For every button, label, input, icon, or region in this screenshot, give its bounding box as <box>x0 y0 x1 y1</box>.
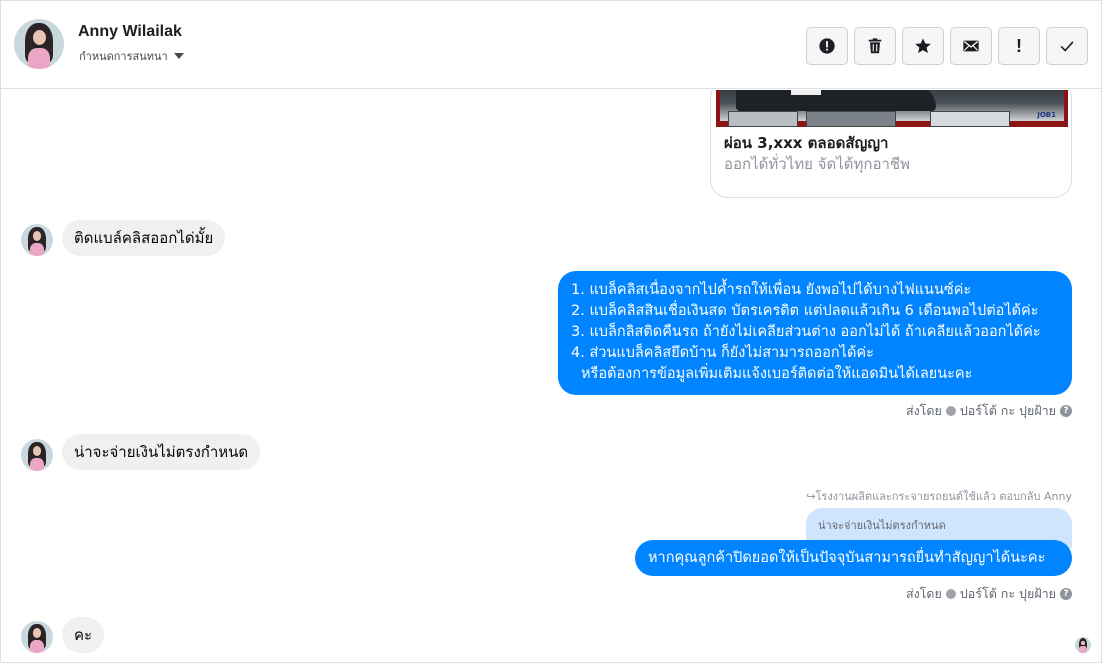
message-line: หรือต้องการข้อมูลเพิ่มเติมแจ้งเบอร์ติดต่… <box>581 366 973 382</box>
conversation-toolbar: ! <box>806 27 1088 65</box>
sent-by-label: ส่งโดย ปอร์โต้ กะ ปุยฝ้าย ? <box>906 401 1072 421</box>
avatar[interactable] <box>21 224 53 256</box>
trash-icon <box>868 38 882 54</box>
avatar[interactable] <box>14 19 64 69</box>
sender-avatar-icon <box>945 589 956 599</box>
message-line: 3. แบล็กลิสติดคืนรถ ถ้ายังไม่เคลียส่วนต่… <box>571 324 1041 340</box>
sent-by-label: ส่งโดย ปอร์โต้ กะ ปุยฝ้าย ? <box>906 584 1072 604</box>
envelope-icon <box>963 40 979 52</box>
contact-name[interactable]: Anny Wilailak <box>78 23 182 41</box>
incoming-message[interactable]: คะ <box>62 617 105 653</box>
ad-logo: JOB1 <box>1037 111 1056 119</box>
conversation-settings-label: กำหนดการสนทนา <box>79 50 168 63</box>
seen-avatar <box>1075 637 1091 653</box>
mark-unread-button[interactable] <box>950 27 992 65</box>
help-icon[interactable]: ? <box>1060 405 1072 417</box>
sender-avatar-icon <box>945 406 956 416</box>
mark-spam-button[interactable] <box>806 27 848 65</box>
ad-card[interactable]: JOB1 ผ่อน 3,xxx ตลอดสัญญา ออกได้ทั่วไทย … <box>710 90 1072 198</box>
message-thread[interactable]: JOB1 ผ่อน 3,xxx ตลอดสัญญา ออกได้ทั่วไทย … <box>1 90 1101 662</box>
star-button[interactable] <box>902 27 944 65</box>
ad-image[interactable]: JOB1 <box>716 90 1068 127</box>
message-line: 2. แบล็คลิสสินเชื่อเงินสด บัตรเครดิต แต่… <box>571 303 1039 319</box>
star-icon <box>915 38 931 54</box>
sender-name[interactable]: ปอร์โต้ กะ ปุยฝ้าย <box>960 584 1056 604</box>
sender-name[interactable]: ปอร์โต้ กะ ปุยฝ้าย <box>960 401 1056 421</box>
exclamation-icon: ! <box>1016 35 1022 56</box>
outgoing-message[interactable]: หากคุณลูกค้าปิดยอดให้เป็นปัจจุบันสามารถย… <box>635 540 1072 576</box>
delete-button[interactable] <box>854 27 896 65</box>
reply-arrow-icon: ↪ <box>806 490 816 503</box>
avatar[interactable] <box>21 621 53 653</box>
caret-down-icon <box>173 53 184 59</box>
mark-done-button[interactable] <box>1046 27 1088 65</box>
alert-circle-icon <box>819 38 835 54</box>
ad-subtitle: ออกได้ทั่วไทย จัดได้ทุกอาชีพ <box>724 155 910 173</box>
sent-by-prefix: ส่งโดย <box>905 403 942 418</box>
message-line: 4. ส่วนแบล็คลิสยึดบ้าน ก็ยังไม่สามารถออก… <box>571 345 874 361</box>
incoming-message[interactable]: ติดแบล์คลิสออกได่มั้ย <box>62 220 226 256</box>
message-line: 1. แบล็คลิสเนื่องจากไปค้ำรถให้เพื่อน ยัง… <box>571 282 972 298</box>
help-icon[interactable]: ? <box>1060 588 1072 600</box>
sent-by-prefix: ส่งโดย <box>905 586 942 601</box>
reply-note: ↪โรงงานผลิตและกระจายรถยนต์ใช้แล้ว ตอบกลั… <box>806 490 1072 503</box>
checkmark-icon <box>1060 41 1074 52</box>
follow-up-button[interactable]: ! <box>998 27 1040 65</box>
incoming-message[interactable]: น่าจะจ่ายเงินไม่ตรงกำหนด <box>62 434 261 470</box>
conversation-header: Anny Wilailak กำหนดการสนทนา ! <box>1 1 1101 89</box>
avatar[interactable] <box>21 439 53 471</box>
outgoing-message[interactable]: 1. แบล็คลิสเนื่องจากไปค้ำรถให้เพื่อน ยัง… <box>558 271 1072 395</box>
conversation-settings-dropdown[interactable]: กำหนดการสนทนา <box>79 47 184 65</box>
